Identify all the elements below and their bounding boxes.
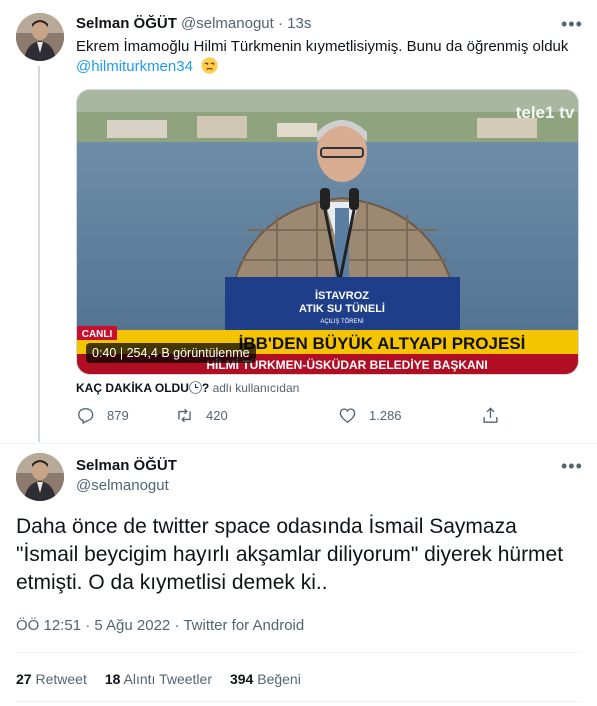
podium-line3: AÇILIŞ TÖRENİ (320, 318, 364, 325)
clock-icon (188, 381, 202, 394)
retweets-stat[interactable]: 27 Retweet (16, 671, 87, 687)
retweet-count: 420 (206, 408, 228, 423)
share-icon (483, 407, 498, 423)
reply-button[interactable]: 879 (76, 406, 129, 425)
author-name[interactable]: Selman ÖĞÜT (76, 15, 177, 32)
video-duration: 0:40 (92, 346, 117, 360)
tweet-text: Daha önce de twitter space odasında İsma… (16, 515, 564, 594)
retweet-icon (178, 408, 191, 423)
avatar-image (16, 453, 64, 501)
video-player[interactable]: İSTAVROZ ATIK SU TÜNELİ AÇILIŞ TÖRENİ te… (76, 89, 579, 375)
video-views: 254,4 B görüntülenme (126, 346, 250, 360)
author-handle[interactable]: @selmanogut (181, 15, 274, 32)
retweet-button[interactable]: 420 (175, 406, 228, 425)
divider (16, 652, 581, 653)
banner-title: İBB'DEN BÜYÜK ALTYAPI PROJESİ (239, 334, 526, 353)
divider (0, 443, 597, 444)
tweet-stats: 27 Retweet 18 Alıntı Tweetler 394 Beğeni (16, 669, 301, 689)
reply-icon (78, 408, 94, 425)
avatar-image (16, 13, 64, 61)
quotes-label: Alıntı Tweetler (123, 671, 212, 687)
reply-count: 879 (107, 408, 129, 423)
author-handle[interactable]: @selmanogut (76, 476, 169, 496)
podium-line2: ATIK SU TÜNELİ (299, 302, 385, 315)
live-badge: CANLI (82, 329, 113, 340)
source-suffix: adlı kullanıcıdan (212, 381, 300, 395)
separator-dot: · (277, 15, 283, 32)
tweet-meta[interactable]: ÖÖ 12:51 · 5 Ağu 2022 · Twitter for Andr… (16, 616, 304, 636)
tweet-actions: 879 420 1.286 (76, 406, 506, 430)
tweet-text: Ekrem İmamoğlu Hilmi Türkmenin kıymetlis… (76, 37, 576, 77)
quotes-stat[interactable]: 18 Alıntı Tweetler (105, 671, 212, 687)
likes-stat[interactable]: 394 Beğeni (230, 671, 301, 687)
more-options-icon[interactable]: ••• (561, 15, 582, 38)
tweet-body: Ekrem İmamoğlu Hilmi Türkmenin kıymetlis… (76, 38, 569, 55)
tweet-header: Selman ÖĞÜT @selmanogut · 13s (76, 14, 311, 34)
thread-connector-line (38, 66, 40, 442)
share-button[interactable] (481, 406, 512, 425)
avatar[interactable] (16, 453, 64, 501)
mention-link[interactable]: @hilmiturkmen34 (76, 58, 193, 75)
avatar[interactable] (16, 13, 64, 61)
tweet-time[interactable]: 13s (287, 15, 311, 32)
source-question-mark: ? (201, 381, 210, 395)
like-button[interactable]: 1.286 (338, 406, 402, 425)
podium-line1: İSTAVROZ (315, 289, 369, 302)
retweets-label: Retweet (35, 671, 87, 687)
views-separator: | (119, 346, 124, 360)
author-name[interactable]: Selman ÖĞÜT (76, 456, 177, 476)
more-options-icon[interactable]: ••• (561, 457, 582, 480)
channel-logo: tele1 tv (516, 103, 575, 122)
video-duration-badge: 0:40 | 254,4 B görüntülenme (86, 343, 256, 363)
video-thumbnail: İSTAVROZ ATIK SU TÜNELİ AÇILIŞ TÖRENİ te… (77, 90, 578, 374)
likes-count: 394 (229, 671, 254, 687)
likes-label: Beğeni (257, 671, 301, 687)
retweets-count: 27 (16, 671, 32, 687)
like-count: 1.286 (369, 408, 402, 423)
heart-icon (339, 408, 356, 424)
source-account[interactable]: KAÇ DAKİKA OLDU (76, 381, 189, 395)
video-attribution: KAÇ DAKİKA OLDU? adlı kullanıcıdan (76, 380, 299, 396)
quotes-count: 18 (104, 671, 121, 687)
unamused-face-icon (201, 57, 218, 74)
divider (16, 701, 581, 702)
